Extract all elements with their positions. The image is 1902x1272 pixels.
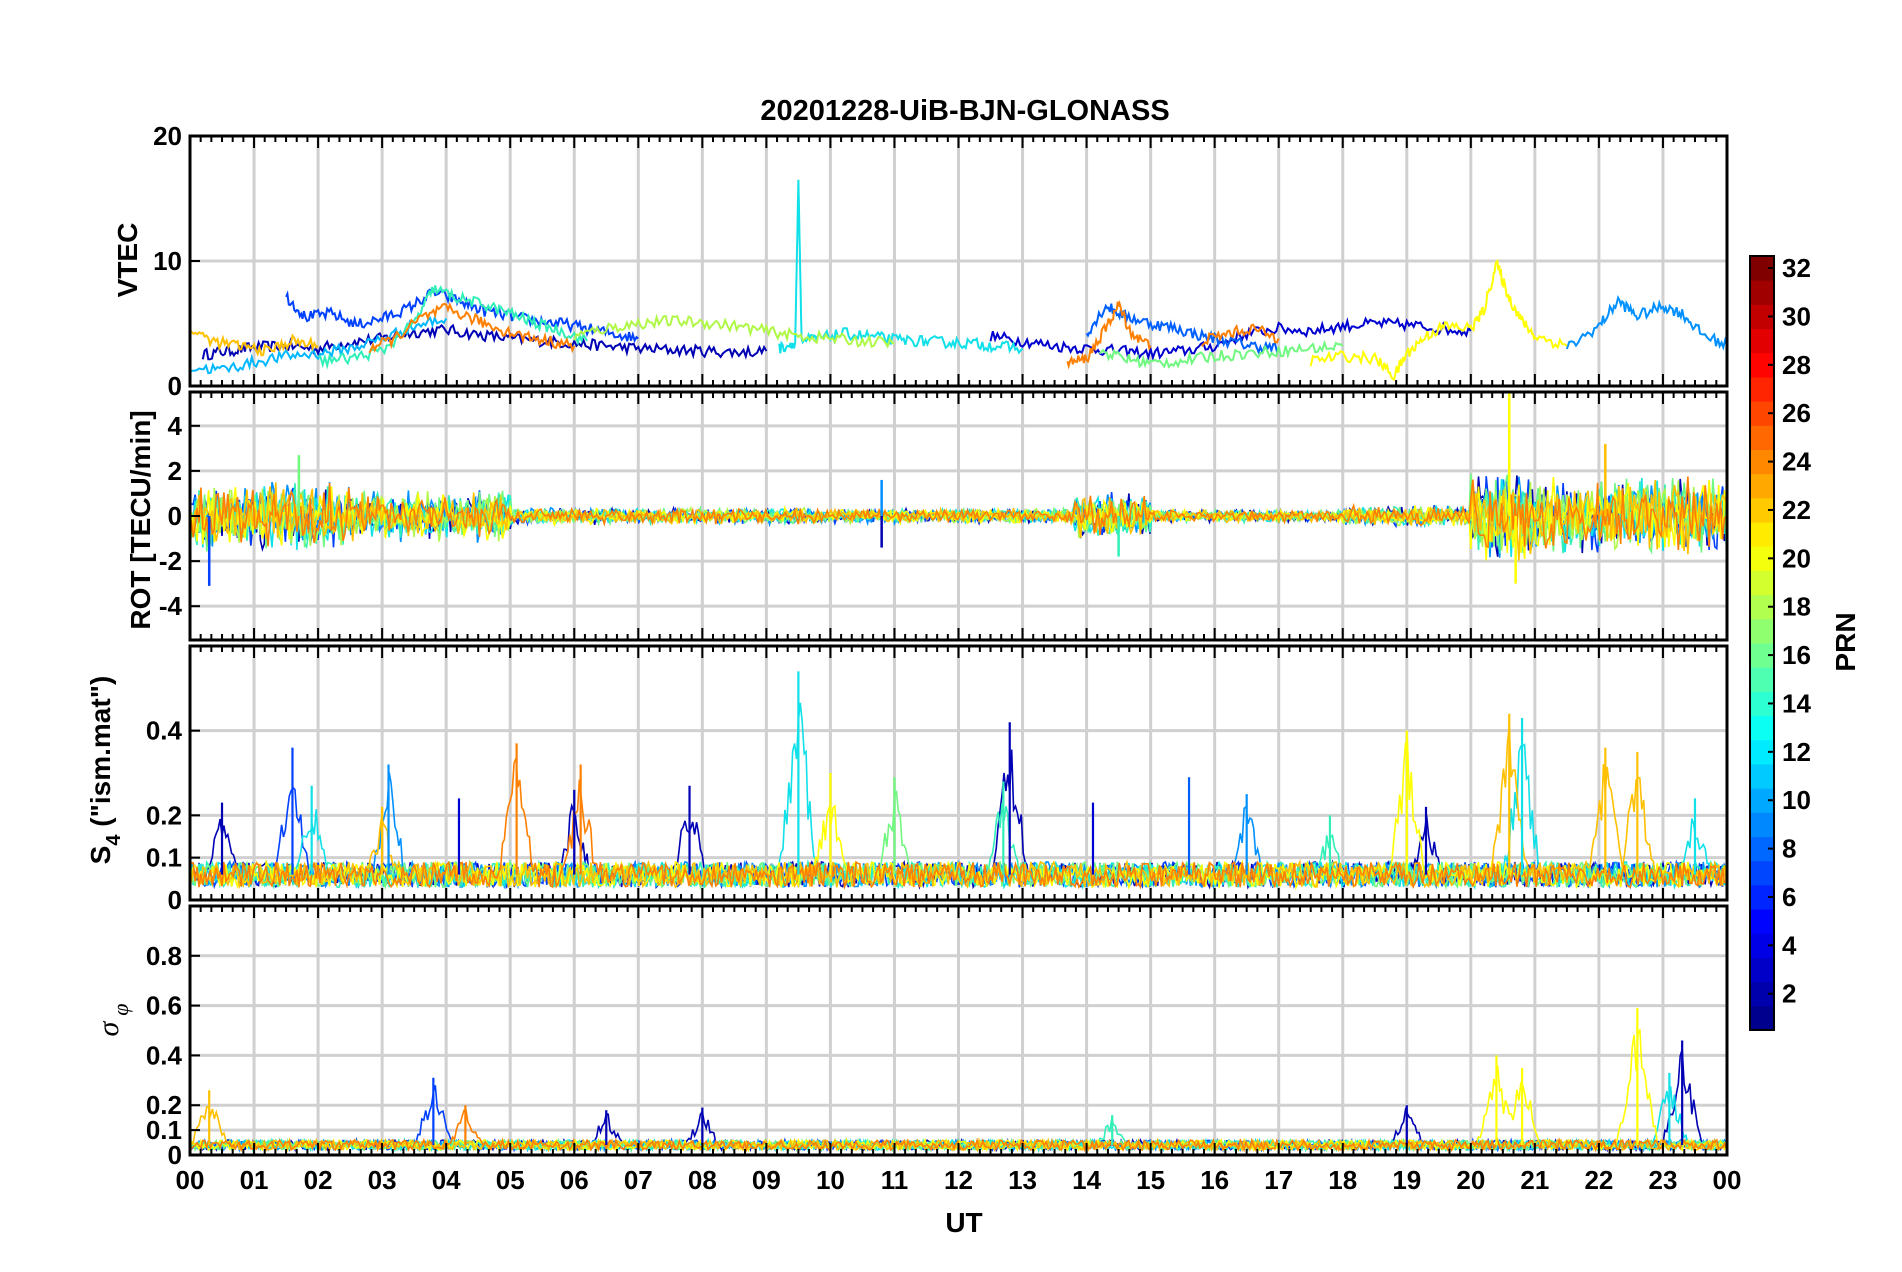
- sigma-phi-panel: 00.10.20.40.60.8: [146, 904, 1729, 1170]
- x-tick-label: 17: [1264, 1165, 1293, 1195]
- vtec-series-prn-16: [1098, 339, 1344, 369]
- colorbar-tick-label: 6: [1782, 882, 1796, 912]
- colorbar-label: PRN: [1830, 612, 1861, 671]
- y-tick-label: -4: [159, 591, 183, 621]
- y-tick-label: 0.1: [146, 843, 182, 873]
- y-tick-label: 0.4: [146, 716, 183, 746]
- y-tick-label: 0.6: [146, 991, 182, 1021]
- x-tick-label: 00: [1713, 1165, 1742, 1195]
- y-tick-label: 0.2: [146, 1090, 182, 1120]
- x-tick-label: 21: [1520, 1165, 1549, 1195]
- chart-title: 20201228-UiB-BJN-GLONASS: [760, 95, 1169, 127]
- y-tick-label: -2: [159, 546, 182, 576]
- colorbar-segment: [1750, 328, 1774, 354]
- y-tick-label: 0: [168, 885, 182, 915]
- colorbar-segment: [1750, 1005, 1774, 1031]
- colorbar-tick-label: 16: [1782, 640, 1811, 670]
- s4-ylabel-rest: ("ism.mat"): [85, 676, 116, 835]
- y-tick-label: 0.2: [146, 800, 182, 830]
- colorbar-tick-label: 20: [1782, 543, 1811, 573]
- y-tick-label: 10: [153, 246, 182, 276]
- colorbar-segment: [1750, 570, 1774, 596]
- y-tick-label: 0: [168, 501, 182, 531]
- y-tick-label: 2: [168, 456, 182, 486]
- colorbar-tick-label: 24: [1782, 447, 1811, 477]
- colorbar-segment: [1750, 715, 1774, 741]
- sigma-ylabel-sub: φ: [108, 1004, 133, 1016]
- x-tick-label: 19: [1392, 1165, 1421, 1195]
- y-tick-label: 4: [168, 411, 183, 441]
- y-tick-label: 0.4: [146, 1040, 183, 1070]
- x-tick-label: 04: [432, 1165, 461, 1195]
- x-tick-label: 05: [496, 1165, 525, 1195]
- x-tick-label: 03: [368, 1165, 397, 1195]
- s4-ylabel-main: S: [85, 846, 116, 865]
- vtec-panel: 0 10 20: [153, 121, 1729, 401]
- x-tick-label: 06: [560, 1165, 589, 1195]
- vtec-series-prn-24: [368, 301, 576, 354]
- x-tick-label: 10: [816, 1165, 845, 1195]
- x-axis-label: UT: [945, 1207, 982, 1238]
- vtec-series-prn-8: [1565, 295, 1728, 351]
- x-tick-label: 09: [752, 1165, 781, 1195]
- colorbar-tick-label: 8: [1782, 834, 1796, 864]
- x-tick-label: 16: [1200, 1165, 1229, 1195]
- rot-ylabel: ROT [TECU/min]: [125, 410, 156, 629]
- x-tick-label: 14: [1072, 1165, 1101, 1195]
- colorbar-segment: [1750, 860, 1774, 886]
- figure: 20201228-UiB-BJN-GLONASS 01020 -4-2024 0…: [85, 95, 1861, 1238]
- x-tick-label: 15: [1136, 1165, 1165, 1195]
- vtec-ylabel: VTEC: [112, 223, 143, 298]
- x-tick-label: 23: [1648, 1165, 1677, 1195]
- s4-ylabel: S4 ("ism.mat"): [85, 676, 125, 865]
- colorbar-tick-label: 4: [1782, 930, 1797, 960]
- x-tick-label: 11: [881, 1165, 909, 1195]
- colorbar-tick-label: 10: [1782, 785, 1811, 815]
- colorbar-tick-label: 12: [1782, 737, 1811, 767]
- sigma-ylabel-main: σ: [92, 1020, 125, 1036]
- x-tick-label: 02: [304, 1165, 333, 1195]
- y-tick-label: 0: [168, 371, 182, 401]
- x-tick-label: 20: [1456, 1165, 1485, 1195]
- colorbar-tick-label: 30: [1782, 301, 1811, 331]
- y-tick-label: 0.8: [146, 941, 182, 971]
- colorbar-tick-label: 2: [1782, 979, 1796, 1009]
- colorbar-tick-label: 22: [1782, 495, 1811, 525]
- colorbar-tick-label: 26: [1782, 398, 1811, 428]
- colorbar-tick-label: 18: [1782, 592, 1811, 622]
- x-tick-label: 12: [944, 1165, 973, 1195]
- colorbar-segment: [1750, 909, 1774, 934]
- s4-panel: 0 0.1 0.2 0.4: [146, 644, 1729, 915]
- x-tick-label: 00: [176, 1165, 205, 1195]
- colorbar-segment: [1750, 667, 1774, 692]
- colorbar-tick-label: 32: [1782, 253, 1811, 283]
- colorbar-segment: [1750, 763, 1774, 789]
- x-tick-label: 22: [1584, 1165, 1613, 1195]
- colorbar-tick-label: 14: [1782, 688, 1811, 718]
- sigma-phi-ylabel: σφ: [92, 1004, 133, 1037]
- colorbar-segment: [1750, 425, 1774, 450]
- colorbar-segment: [1750, 280, 1774, 305]
- x-tick-labels: 00 01 02 03 04 05 06 07 08 09 10 11 12 13 14 15 16 17 18 19…: [176, 1165, 1742, 1195]
- y-tick-label: 20: [153, 121, 182, 151]
- vtec-series-prn-20: [1309, 258, 1568, 381]
- colorbar-tick-label: 28: [1782, 350, 1811, 380]
- x-tick-label: 01: [240, 1165, 269, 1195]
- x-tick-label: 13: [1008, 1165, 1037, 1195]
- x-tick-label: 07: [624, 1165, 653, 1195]
- rot-panel: -4 -2 0 2 4: [159, 390, 1729, 642]
- colorbar: 2468101214161820222426283032: [1749, 253, 1811, 1031]
- colorbar-segment: [1750, 618, 1774, 644]
- vtec-series-prn-18: [573, 313, 895, 349]
- colorbar-segment: [1750, 812, 1774, 837]
- colorbar-segment: [1750, 522, 1774, 547]
- colorbar-segment: [1750, 473, 1774, 499]
- colorbar-segment: [1750, 957, 1774, 983]
- x-tick-label: 08: [688, 1165, 717, 1195]
- vtec-series-prn-12: [778, 179, 1024, 355]
- x-tick-label: 18: [1328, 1165, 1357, 1195]
- colorbar-segment: [1750, 376, 1774, 402]
